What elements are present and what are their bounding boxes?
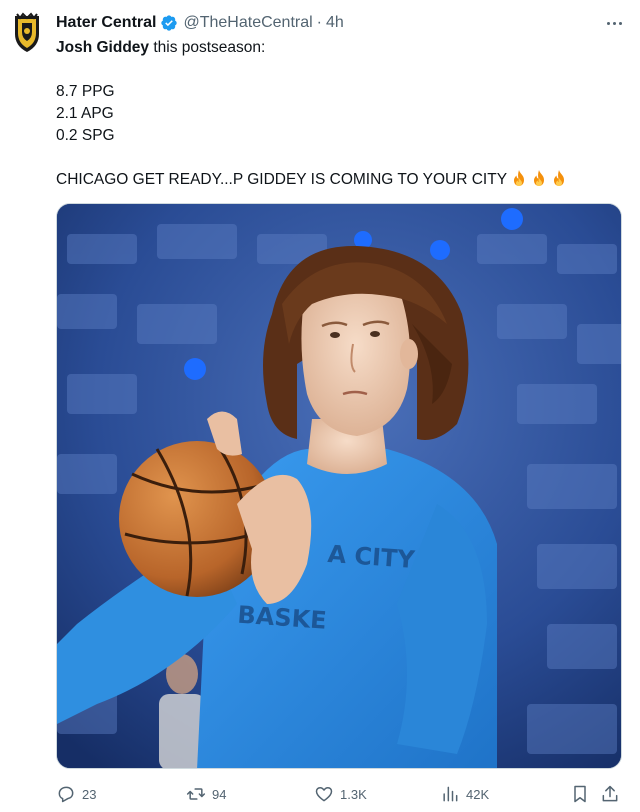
tweet-action-bar: 23 94 1.3K 42K: [56, 780, 622, 810]
verified-badge-icon: [161, 15, 178, 31]
closing-text: CHICAGO GET READY...P GIDDEY IS COMING T…: [56, 171, 508, 188]
stat-line-apg: 2.1 APG: [56, 105, 114, 122]
stat-line-spg: 0.2 SPG: [56, 127, 115, 144]
reply-button[interactable]: 23: [56, 784, 96, 804]
player-name: Josh Giddey: [56, 39, 150, 56]
separator-dot: ·: [316, 14, 322, 31]
stat-line-ppg: 8.7 PPG: [56, 83, 115, 100]
fire-emoji: [554, 170, 565, 186]
author-avatar[interactable]: [10, 12, 44, 54]
more-options-icon[interactable]: [604, 14, 624, 32]
retweet-icon: [186, 788, 206, 800]
tweet-header: Hater Central @TheHateCentral · 4h: [56, 13, 344, 33]
like-count: 1.3K: [340, 786, 367, 802]
share-button[interactable]: [600, 784, 620, 804]
views-icon: [443, 786, 458, 802]
player-photo-illustration: A CITY BASKE: [57, 204, 621, 768]
tweet-line-closing: CHICAGO GET READY...P GIDDEY IS COMING T…: [56, 169, 567, 191]
views-count: 42K: [466, 786, 490, 802]
like-icon: [315, 787, 333, 802]
fire-emoji: [514, 170, 525, 186]
reply-count: 23: [82, 786, 97, 802]
retweet-count: 94: [212, 786, 227, 802]
views-button[interactable]: 42K: [440, 784, 489, 804]
author-handle[interactable]: @TheHateCentral: [183, 14, 312, 32]
lead-rest: this postseason:: [149, 39, 266, 56]
bookmark-icon: [574, 785, 586, 803]
team-logo-icon: [15, 12, 39, 52]
bookmark-button[interactable]: [570, 784, 590, 804]
tweet-photo[interactable]: A CITY BASKE: [56, 203, 622, 769]
tweet-line-lead: Josh Giddey this postseason:: [56, 37, 567, 59]
tweet-timestamp[interactable]: 4h: [326, 14, 344, 32]
author-name[interactable]: Hater Central: [56, 14, 156, 32]
like-button[interactable]: 1.3K: [314, 784, 367, 804]
share-icon: [602, 785, 618, 802]
retweet-button[interactable]: 94: [186, 784, 226, 804]
reply-icon: [58, 786, 74, 803]
tweet-text: Josh Giddey this postseason: 8.7 PPG 2.1…: [56, 37, 567, 191]
fire-emoji: [534, 170, 545, 186]
